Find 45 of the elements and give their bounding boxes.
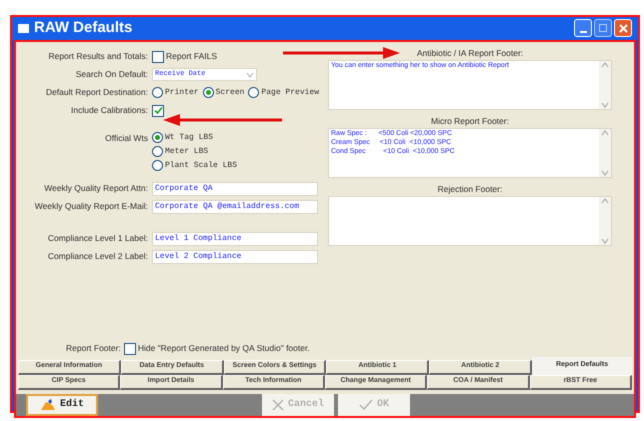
checkbox-label: Report FAILS bbox=[166, 50, 218, 63]
cross-icon bbox=[272, 398, 284, 410]
radio-label: Meter LBS bbox=[165, 146, 208, 158]
maximize-button[interactable] bbox=[594, 19, 612, 38]
radio-label: Page Preview bbox=[261, 86, 320, 98]
radio-button[interactable] bbox=[152, 146, 163, 157]
field-label: Weekly Quality Report E-Mail: bbox=[34, 200, 149, 213]
field-label: Compliance Level 2 Label: bbox=[46, 250, 149, 263]
checkbox[interactable] bbox=[152, 50, 164, 62]
field-label: Report Footer: bbox=[66, 342, 121, 355]
radio-button[interactable] bbox=[152, 132, 163, 143]
dropdown-caret-icon bbox=[246, 72, 254, 78]
radio-button[interactable] bbox=[248, 87, 260, 98]
checkbox[interactable] bbox=[124, 342, 136, 354]
field-label: Official Wts bbox=[104, 132, 149, 144]
field-label: Search On Default: bbox=[74, 68, 149, 81]
footer-label: Antibiotic / IA Report Footer: bbox=[416, 46, 524, 60]
text-field[interactable]: Level 1 Compliance bbox=[152, 232, 318, 246]
radio-button[interactable] bbox=[202, 87, 214, 98]
window-icon bbox=[18, 24, 29, 33]
field-label: Report Results and Totals: bbox=[47, 50, 149, 63]
hand-pencil-icon bbox=[40, 398, 56, 410]
window-title: RAW Defaults bbox=[34, 18, 134, 38]
field-label: Compliance Level 1 Label: bbox=[46, 232, 149, 245]
field-label: Default Report Destination: bbox=[44, 86, 149, 99]
field-label: Weekly Quality Report Attn: bbox=[43, 182, 149, 195]
close-icon bbox=[618, 24, 628, 33]
close-button[interactable] bbox=[614, 19, 632, 38]
footer-label: Micro Report Footer: bbox=[431, 114, 509, 128]
text-field[interactable]: Corporate QA bbox=[152, 182, 318, 196]
radio-label: Printer bbox=[165, 86, 199, 98]
radio-button[interactable] bbox=[152, 160, 163, 171]
radio-label: Wt Tag LBS bbox=[165, 132, 214, 144]
footer-label: Rejection Footer: bbox=[438, 182, 502, 196]
radio-label: Plant Scale LBS bbox=[165, 160, 238, 172]
checkmark-icon bbox=[358, 398, 373, 410]
checkbox-label: Hide "Report Generated by QA Studio" footer. bbox=[138, 342, 310, 355]
text-field[interactable]: Corporate QA @emailaddress.com bbox=[152, 200, 318, 214]
field-label: Include Calibrations: bbox=[70, 104, 149, 117]
edit-button[interactable]: Edit bbox=[26, 394, 98, 416]
minimize-button[interactable] bbox=[574, 19, 592, 38]
text-field[interactable]: Level 2 Compliance bbox=[152, 250, 318, 264]
checkbox[interactable] bbox=[152, 104, 164, 116]
radio-button[interactable] bbox=[152, 87, 163, 98]
radio-label: Screen bbox=[216, 86, 244, 98]
